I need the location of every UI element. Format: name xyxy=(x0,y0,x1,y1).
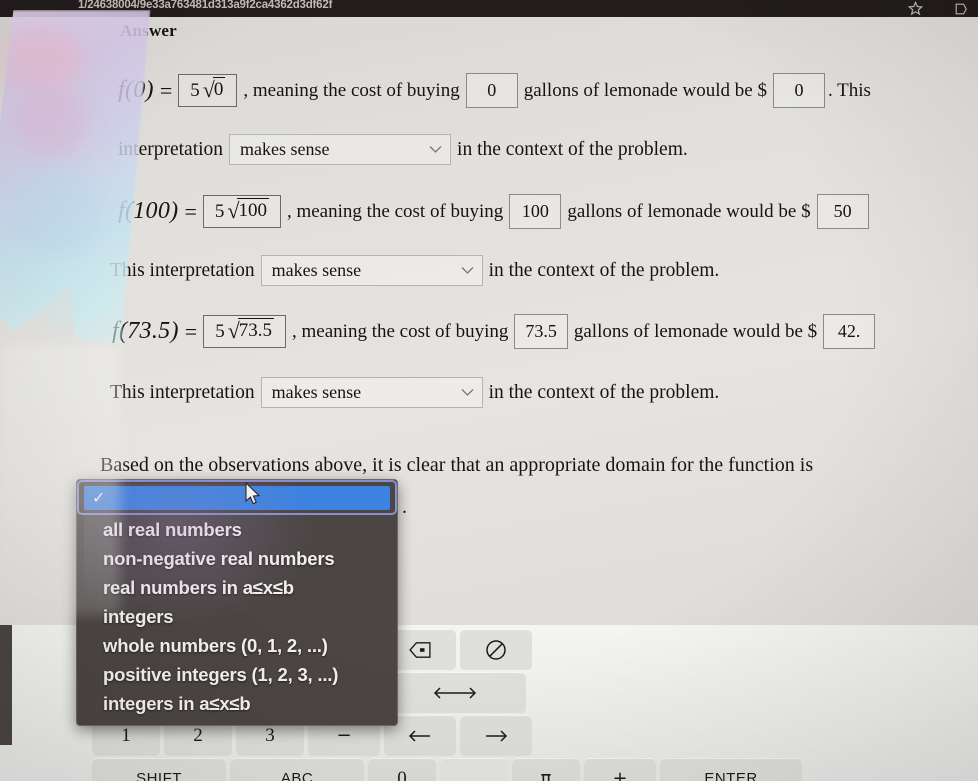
dropdown-option-1[interactable]: non-negative real numbers xyxy=(77,544,397,573)
conclusion-text: Based on the observations above, it is c… xyxy=(100,454,814,476)
key-minus-label: − xyxy=(336,725,352,746)
radical-symbol-2: √ 100 xyxy=(227,197,269,223)
answer-box-1[interactable]: 5 √ 0 xyxy=(178,74,238,107)
dropdown-panel: ✓ all real numbers non-negative real numb… xyxy=(76,479,398,726)
screen-photo: Answer f(0) = 5 √ 0 , meaning the cost o… xyxy=(0,0,978,781)
radicand-2: 100 xyxy=(237,197,269,221)
statement-row-3: f(73.5) = 5 √ 73.5 , meaning the cost of… xyxy=(112,314,876,349)
interpretation-row-3: This interpretation makes sense in the c… xyxy=(110,377,725,408)
statement-text-3a: , meaning the cost of buying xyxy=(292,320,509,342)
keypad-row-4: SHIFT ABC 0 π + ENTER xyxy=(0,758,978,781)
key-move-horizontal[interactable] xyxy=(384,672,526,713)
radicand-3: 73.5 xyxy=(237,317,275,341)
statement-row-2: f(100) = 5 √ 100 , meaning the cost of b… xyxy=(118,194,869,229)
key-enter-label: ENTER xyxy=(704,770,758,781)
statement-text-2a: , meaning the cost of buying xyxy=(286,200,504,222)
key-shift[interactable]: SHIFT xyxy=(92,758,226,781)
statement-text-3b: gallons of lemonade would be $ xyxy=(573,320,818,342)
dropdown-option-6[interactable]: integers in a≤x≤b xyxy=(77,689,397,718)
statement-text-1b: gallons of lemonade would be $ xyxy=(523,79,767,101)
function-label-2: f(100) xyxy=(118,198,179,224)
quantity-input-1[interactable]: 0 xyxy=(465,73,518,108)
interpretation-select-value-1: makes sense xyxy=(240,139,330,159)
statement-text-1a: , meaning the cost of buying xyxy=(243,79,460,101)
key-2-label: 2 xyxy=(193,724,203,746)
dropdown-shadow-edge xyxy=(0,625,12,745)
interpretation-select-2[interactable]: makes sense xyxy=(260,255,483,286)
quantity-input-2[interactable]: 100 xyxy=(509,194,562,229)
chevron-down-icon xyxy=(461,266,474,275)
key-0-label: 0 xyxy=(397,767,407,781)
quantity-input-3[interactable]: 73.5 xyxy=(514,314,568,349)
interpretation-prefix-2: This interpretation xyxy=(110,259,255,281)
function-label-3: f(73.5) xyxy=(112,318,179,344)
chevron-down-icon xyxy=(461,388,474,397)
interpretation-select-value-2: makes sense xyxy=(271,260,362,280)
interpretation-suffix-3: in the context of the problem. xyxy=(488,381,720,403)
interpretation-row-2: This interpretation makes sense in the c… xyxy=(110,255,725,286)
key-3-label: 3 xyxy=(265,724,275,746)
key-pi[interactable]: π xyxy=(512,758,580,781)
interpretation-select-1[interactable]: makes sense xyxy=(229,134,452,165)
dropdown-option-selected-empty[interactable]: ✓ xyxy=(84,486,390,510)
statement-text-1c: . This xyxy=(827,79,871,101)
key-clear[interactable] xyxy=(460,629,532,670)
chevron-down-icon xyxy=(429,145,442,154)
mouse-cursor-icon xyxy=(244,481,262,512)
key-plus-label: + xyxy=(612,768,628,781)
dropdown-option-2[interactable]: real numbers in a≤x≤b xyxy=(77,573,397,602)
dropdown-option-0[interactable]: all real numbers xyxy=(77,515,397,544)
tab-icon[interactable] xyxy=(954,2,968,16)
coefficient-1: 5 xyxy=(190,79,200,101)
key-1-label: 1 xyxy=(121,724,131,746)
browser-url-bar[interactable]: 1/24638004/9e33a763481d313a9f2ca4362d3df… xyxy=(0,0,978,17)
coefficient-2: 5 xyxy=(214,200,225,222)
function-label-1: f(0) xyxy=(118,77,154,103)
equals-sign-1: = xyxy=(159,77,173,103)
interpretation-suffix-1: in the context of the problem. xyxy=(457,138,688,160)
interpretation-prefix-1: interpretation xyxy=(118,138,224,160)
cost-input-2[interactable]: 50 xyxy=(816,194,869,229)
key-abc[interactable]: ABC xyxy=(230,758,364,781)
key-0[interactable]: 0 xyxy=(368,758,436,781)
key-enter[interactable]: ENTER xyxy=(660,758,802,781)
interpretation-prefix-3: This interpretation xyxy=(110,381,255,403)
interpretation-suffix-2: in the context of the problem. xyxy=(488,259,720,281)
dropdown-option-5[interactable]: positive integers (1, 2, 3, ...) xyxy=(77,660,397,689)
url-text: 1/24638004/9e33a763481d313a9f2ca4362d3df… xyxy=(78,0,333,11)
star-icon[interactable] xyxy=(908,1,923,16)
key-arrow-right[interactable] xyxy=(460,715,532,756)
coefficient-3: 5 xyxy=(215,320,225,342)
answer-box-3[interactable]: 5 √ 73.5 xyxy=(203,315,287,348)
dropdown-option-3[interactable]: integers xyxy=(77,602,397,631)
key-abc-label: ABC xyxy=(280,770,314,781)
radicand-1: 0 xyxy=(212,76,226,100)
interpretation-select-3[interactable]: makes sense xyxy=(260,377,483,408)
dropdown-option-4[interactable]: whole numbers (0, 1, 2, ...) xyxy=(77,631,397,660)
check-icon: ✓ xyxy=(92,488,106,507)
key-plus[interactable]: + xyxy=(584,758,656,781)
interpretation-row-1: interpretation makes sense in the contex… xyxy=(118,134,694,165)
key-blank xyxy=(440,758,508,781)
radical-symbol-3: √ 73.5 xyxy=(227,317,275,343)
equals-sign-3: = xyxy=(184,318,198,344)
conclusion-period: . xyxy=(402,496,407,518)
equals-sign-2: = xyxy=(184,198,197,224)
interpretation-select-value-3: makes sense xyxy=(271,382,362,402)
key-pi-label: π xyxy=(540,768,552,781)
statement-text-2b: gallons of lemonade would be $ xyxy=(567,200,811,222)
statement-row-1: f(0) = 5 √ 0 , meaning the cost of buyin… xyxy=(118,73,874,108)
answer-box-2[interactable]: 5 √ 100 xyxy=(202,195,281,228)
key-shift-label: SHIFT xyxy=(136,770,182,781)
dropdown-selected-shell[interactable]: ✓ xyxy=(77,480,397,515)
cost-input-1[interactable]: 0 xyxy=(772,73,825,108)
domain-select-dropdown[interactable]: ✓ all real numbers non-negative real numb… xyxy=(76,479,407,726)
radical-symbol-1: √ 0 xyxy=(202,76,226,102)
cost-input-3[interactable]: 42. xyxy=(823,314,876,349)
page-title: Answer xyxy=(120,21,177,40)
dropdown-options-list: all real numbers non-negative real number… xyxy=(77,515,397,718)
